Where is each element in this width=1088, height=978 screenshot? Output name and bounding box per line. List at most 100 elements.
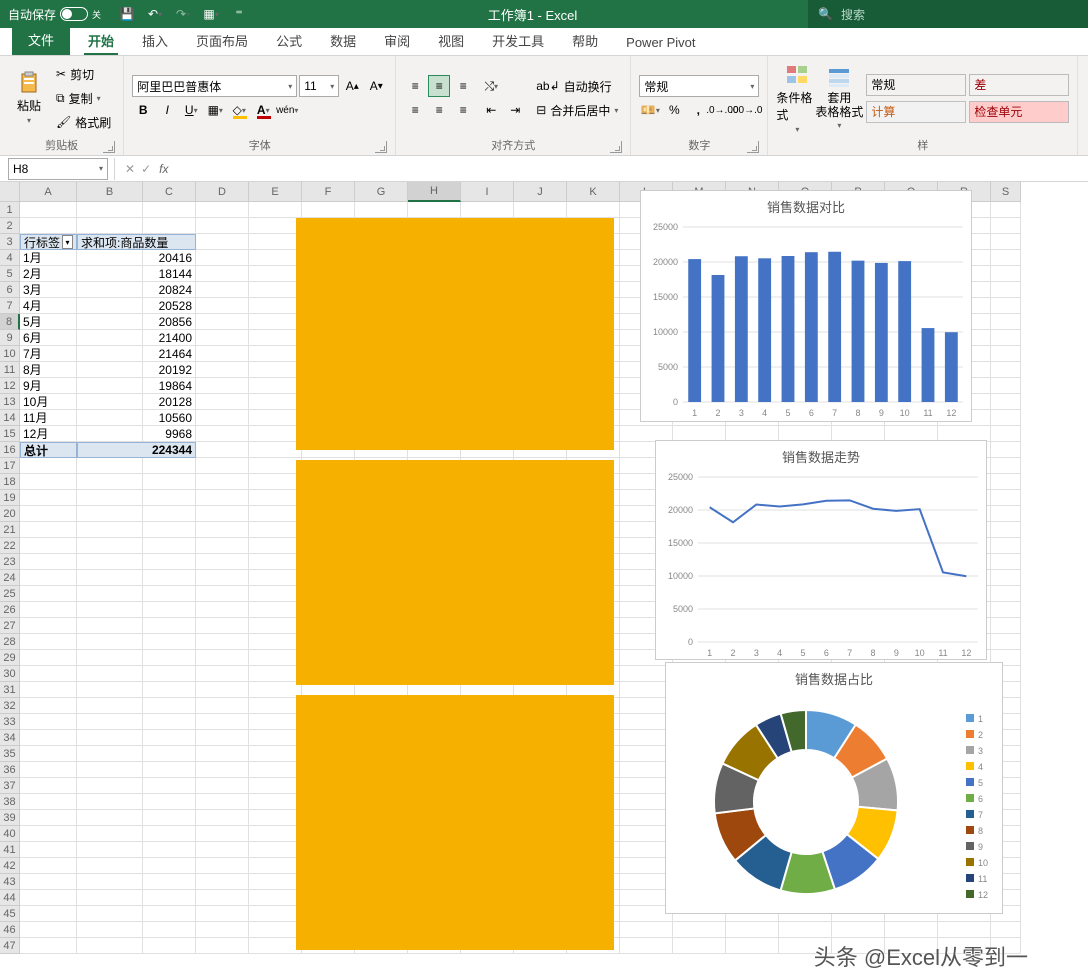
cell-B34[interactable] xyxy=(77,730,143,746)
cell-M46[interactable] xyxy=(673,922,726,938)
font-size-select[interactable]: 11▾ xyxy=(299,75,339,97)
cell-B38[interactable] xyxy=(77,794,143,810)
cell-C36[interactable] xyxy=(143,762,196,778)
cell-S27[interactable] xyxy=(991,618,1021,634)
cell-E19[interactable] xyxy=(249,490,302,506)
cell-B44[interactable] xyxy=(77,890,143,906)
cell-L47[interactable] xyxy=(620,938,673,954)
cell-A46[interactable] xyxy=(20,922,77,938)
cell-E36[interactable] xyxy=(249,762,302,778)
cell-A38[interactable] xyxy=(20,794,77,810)
select-all-button[interactable] xyxy=(0,182,20,202)
fill-color-button[interactable]: ◇▾ xyxy=(228,99,250,121)
cell-D23[interactable] xyxy=(196,554,249,570)
cell-D34[interactable] xyxy=(196,730,249,746)
cell-E15[interactable] xyxy=(249,426,302,442)
cell-C30[interactable] xyxy=(143,666,196,682)
cell-C25[interactable] xyxy=(143,586,196,602)
redo-icon[interactable]: ↷▾ xyxy=(175,6,191,22)
cell-S46[interactable] xyxy=(991,922,1021,938)
search-box[interactable]: 🔍 搜索 xyxy=(808,0,1088,28)
cell-S12[interactable] xyxy=(991,378,1021,394)
cell-C31[interactable] xyxy=(143,682,196,698)
cell-C1[interactable] xyxy=(143,202,196,218)
dialog-launcher-icon[interactable] xyxy=(375,141,387,153)
cell-D15[interactable] xyxy=(196,426,249,442)
cell-C17[interactable] xyxy=(143,458,196,474)
row-header-35[interactable]: 35 xyxy=(0,746,20,762)
cell-B14[interactable]: 10560 xyxy=(77,410,196,426)
align-center-button[interactable]: ≡ xyxy=(428,99,450,121)
cell-S21[interactable] xyxy=(991,522,1021,538)
chart-bar[interactable]: 销售数据对比 050001000015000200002500012345678… xyxy=(640,190,972,422)
percent-button[interactable]: % xyxy=(663,99,685,121)
cell-S25[interactable] xyxy=(991,586,1021,602)
cell-D10[interactable] xyxy=(196,346,249,362)
cell-B41[interactable] xyxy=(77,842,143,858)
cell-C47[interactable] xyxy=(143,938,196,954)
cell-E33[interactable] xyxy=(249,714,302,730)
cell-B25[interactable] xyxy=(77,586,143,602)
enter-icon[interactable]: ✓ xyxy=(141,162,151,176)
worksheet-grid[interactable]: ABCDEFGHIJKLMNOPQRS 12345678910111213141… xyxy=(0,182,1088,978)
cell-E45[interactable] xyxy=(249,906,302,922)
cell-C2[interactable] xyxy=(143,218,196,234)
row-header-30[interactable]: 30 xyxy=(0,666,20,682)
cell-C35[interactable] xyxy=(143,746,196,762)
row-header-6[interactable]: 6 xyxy=(0,282,20,298)
tab-Power Pivot[interactable]: Power Pivot xyxy=(612,29,709,55)
row-header-47[interactable]: 47 xyxy=(0,938,20,954)
cell-M47[interactable] xyxy=(673,938,726,954)
style-check-cell[interactable]: 检查单元 xyxy=(969,101,1069,123)
cell-D6[interactable] xyxy=(196,282,249,298)
cell-S1[interactable] xyxy=(991,202,1021,218)
cell-C37[interactable] xyxy=(143,778,196,794)
cell-A10[interactable]: 7月 xyxy=(20,346,77,362)
cell-S5[interactable] xyxy=(991,266,1021,282)
cell-B30[interactable] xyxy=(77,666,143,682)
row-header-28[interactable]: 28 xyxy=(0,634,20,650)
row-header-11[interactable]: 11 xyxy=(0,362,20,378)
cell-D47[interactable] xyxy=(196,938,249,954)
tab-开发工具[interactable]: 开发工具 xyxy=(478,25,558,55)
cell-D33[interactable] xyxy=(196,714,249,730)
cell-S20[interactable] xyxy=(991,506,1021,522)
cell-E26[interactable] xyxy=(249,602,302,618)
cell-A40[interactable] xyxy=(20,826,77,842)
cell-B21[interactable] xyxy=(77,522,143,538)
chart-doughnut[interactable]: 销售数据占比 123456789101112 xyxy=(665,662,1003,914)
row-header-2[interactable]: 2 xyxy=(0,218,20,234)
cell-A4[interactable]: 1月 xyxy=(20,250,77,266)
row-header-8[interactable]: 8 xyxy=(0,314,20,330)
cell-A23[interactable] xyxy=(20,554,77,570)
cell-A27[interactable] xyxy=(20,618,77,634)
cell-A22[interactable] xyxy=(20,538,77,554)
cell-D13[interactable] xyxy=(196,394,249,410)
cell-B29[interactable] xyxy=(77,650,143,666)
cell-A11[interactable]: 8月 xyxy=(20,362,77,378)
increase-indent-button[interactable]: ⇥ xyxy=(504,99,526,121)
cell-C26[interactable] xyxy=(143,602,196,618)
cell-E27[interactable] xyxy=(249,618,302,634)
cell-B28[interactable] xyxy=(77,634,143,650)
row-header-31[interactable]: 31 xyxy=(0,682,20,698)
cell-E29[interactable] xyxy=(249,650,302,666)
cell-D35[interactable] xyxy=(196,746,249,762)
cell-S28[interactable] xyxy=(991,634,1021,650)
cell-A18[interactable] xyxy=(20,474,77,490)
cell-O46[interactable] xyxy=(779,922,832,938)
cell-B35[interactable] xyxy=(77,746,143,762)
cell-E9[interactable] xyxy=(249,330,302,346)
bold-button[interactable]: B xyxy=(132,99,154,121)
row-header-10[interactable]: 10 xyxy=(0,346,20,362)
cell-C41[interactable] xyxy=(143,842,196,858)
cell-D20[interactable] xyxy=(196,506,249,522)
cell-B32[interactable] xyxy=(77,698,143,714)
col-header-G[interactable]: G xyxy=(355,182,408,202)
cell-B3[interactable]: 求和项:商品数量 xyxy=(77,234,196,250)
cell-D26[interactable] xyxy=(196,602,249,618)
cell-B20[interactable] xyxy=(77,506,143,522)
formula-input[interactable] xyxy=(176,158,1088,180)
row-header-27[interactable]: 27 xyxy=(0,618,20,634)
chart-line[interactable]: 销售数据走势 050001000015000200002500012345678… xyxy=(655,440,987,660)
